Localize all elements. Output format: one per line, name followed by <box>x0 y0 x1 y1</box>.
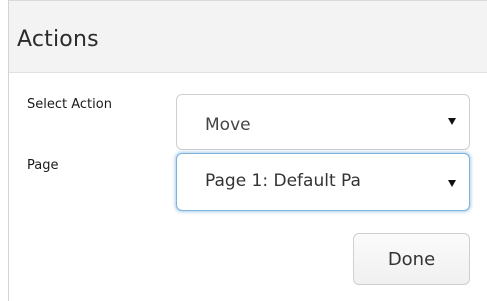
select-action-value: Move <box>205 115 251 135</box>
select-action-dropdown[interactable]: Move <box>176 94 470 150</box>
page-label: Page <box>27 158 59 173</box>
dropdown-caret-icon <box>448 118 456 125</box>
panel-header: Actions <box>9 1 487 73</box>
dropdown-caret-icon <box>448 180 456 187</box>
page-dropdown[interactable]: Page 1: Default Pa <box>176 153 470 211</box>
panel-title: Actions <box>17 27 99 52</box>
done-button[interactable]: Done <box>353 233 470 285</box>
actions-panel: Actions Select Action Move Page Page 1: … <box>0 0 487 301</box>
select-action-label: Select Action <box>27 97 112 112</box>
page-value: Page 1: Default Pa <box>205 171 361 191</box>
